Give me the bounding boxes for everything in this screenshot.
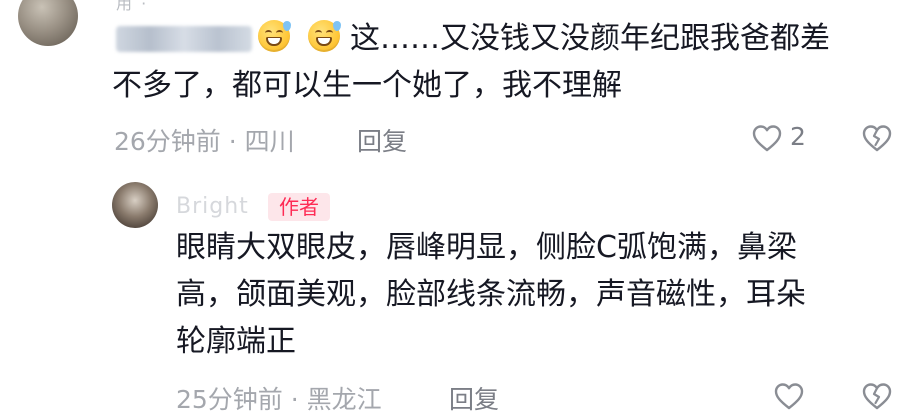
comment-text-line-1: 这……又没钱又没颜年纪跟我爸都差: [350, 21, 830, 56]
author-badge: 作者: [268, 193, 330, 221]
reply-username[interactable]: Bright: [176, 194, 249, 219]
comment-time-location: 26分钟前 · 四川: [114, 127, 295, 156]
commenter-username[interactable]: 用 ·: [116, 0, 148, 14]
comment-text-line-2: 不多了，都可以生一个她了，我不理解: [112, 68, 622, 103]
heart-icon[interactable]: [774, 382, 804, 410]
reply-button[interactable]: 回复: [357, 122, 407, 158]
sweat-smile-emoji-icon: [258, 20, 291, 52]
broken-heart-icon[interactable]: [862, 382, 892, 410]
reply-text-line-3: 轮廓端正: [176, 324, 296, 359]
reply-avatar[interactable]: [112, 182, 158, 228]
reply-text-line-2: 高，颌面美观，脸部线条流畅，声音磁性，耳朵: [176, 277, 806, 312]
reply-time-location: 25分钟前 · 黑龙江: [176, 385, 382, 414]
commenter-avatar[interactable]: [18, 0, 78, 46]
broken-heart-icon[interactable]: [862, 124, 892, 152]
heart-icon[interactable]: [752, 124, 782, 152]
like-count: 2: [790, 122, 806, 151]
sweat-smile-emoji-icon: [308, 20, 341, 52]
blurred-username: [116, 26, 252, 52]
reply-text-line-1: 眼睛大双眼皮，唇峰明显，侧脸C弧饱满，鼻梁: [176, 230, 797, 265]
reply-button[interactable]: 回复: [449, 380, 499, 416]
